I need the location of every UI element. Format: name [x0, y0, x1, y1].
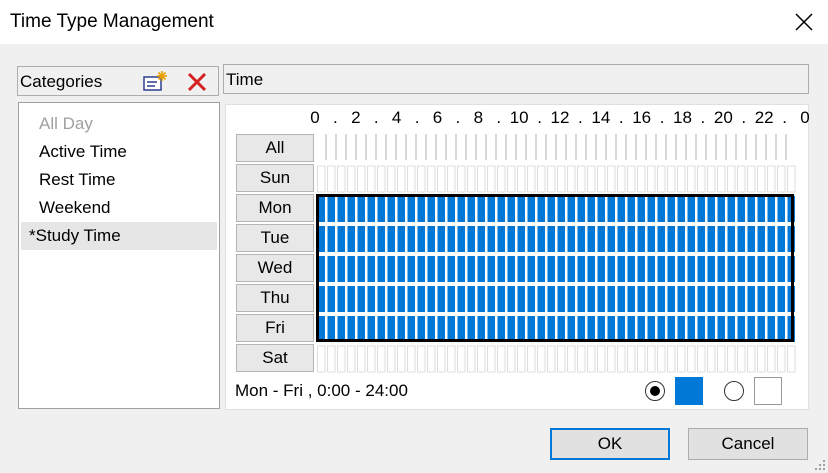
axis-tick-label: . — [455, 108, 461, 127]
categories-label: Categories — [20, 72, 103, 91]
slot-row-mon[interactable] — [317, 196, 796, 222]
axis-tick-label: 8 — [473, 108, 484, 127]
delete-icon — [187, 72, 207, 92]
ok-button[interactable]: OK — [550, 428, 670, 460]
clear-color-swatch[interactable] — [754, 377, 782, 405]
axis-tick-label: 20 — [713, 108, 733, 127]
axis-tick-label: 14 — [591, 108, 611, 127]
new-category-button[interactable] — [142, 69, 168, 95]
day-button-all[interactable]: All — [236, 134, 314, 162]
category-rest-time[interactable]: Rest Time — [35, 166, 217, 194]
delete-category-button[interactable] — [184, 69, 210, 95]
day-button-thu[interactable]: Thu — [236, 284, 314, 312]
all-row-ticks — [325, 134, 787, 160]
title-bar: Time Type Management — [0, 0, 828, 44]
time-header: Time — [223, 64, 809, 94]
day-label: Thu — [260, 288, 290, 307]
day-label: Sun — [259, 168, 291, 187]
axis-tick-label: 6 — [432, 108, 443, 127]
clear-mode-radio[interactable] — [724, 381, 744, 401]
axis-tick-label: . — [496, 108, 502, 127]
axis-tick-label: . — [333, 108, 338, 127]
day-label: All — [265, 138, 285, 157]
axis-tick-label: . — [782, 108, 787, 127]
axis-tick-label: 12 — [550, 108, 570, 127]
category-label: Rest Time — [39, 170, 116, 189]
category-active-time[interactable]: Active Time — [35, 138, 217, 166]
axis-tick-label: 22 — [754, 108, 774, 127]
category-label: Weekend — [39, 198, 111, 217]
axis-tick-label: 10 — [509, 108, 529, 127]
time-slot-grid[interactable] — [316, 134, 796, 374]
categories-list: All Day Active Time Rest Time Weekend *S… — [18, 102, 220, 409]
slot-row-thu[interactable] — [317, 286, 796, 312]
category-study-time[interactable]: *Study Time — [21, 222, 217, 250]
fill-mode-radio[interactable] — [645, 381, 665, 401]
close-icon — [795, 13, 813, 31]
category-label: *Study Time — [29, 226, 121, 245]
slot-row-fri[interactable] — [317, 316, 796, 342]
axis-tick-label: 0 — [800, 108, 810, 127]
slot-row-sun[interactable] — [317, 165, 796, 193]
category-all-day[interactable]: All Day — [35, 110, 217, 138]
day-label: Tue — [260, 228, 290, 247]
day-button-sat[interactable]: Sat — [236, 344, 314, 372]
categories-header: Categories — [17, 66, 219, 96]
category-weekend[interactable]: Weekend — [35, 194, 217, 222]
day-label: Mon — [258, 198, 292, 217]
time-label: Time — [226, 70, 264, 89]
axis-tick-label: . — [578, 108, 583, 127]
slot-row-tue[interactable] — [317, 226, 796, 252]
axis-tick-label: 4 — [391, 108, 402, 127]
axis-tick-label: . — [741, 108, 747, 127]
category-label: Active Time — [39, 142, 127, 161]
day-button-wed[interactable]: Wed — [236, 254, 314, 282]
window-title: Time Type Management — [10, 11, 214, 32]
fill-color-swatch[interactable] — [675, 377, 703, 405]
axis-tick-label: . — [537, 108, 542, 127]
axis-tick-label: 18 — [673, 108, 692, 127]
axis-tick-label: . — [373, 108, 379, 127]
day-button-mon[interactable]: Mon — [236, 194, 314, 222]
new-category-icon — [143, 71, 167, 91]
slot-row-wed[interactable] — [317, 256, 796, 282]
axis-tick-label: . — [618, 108, 624, 127]
close-button[interactable] — [788, 6, 820, 38]
axis-tick-label: . — [414, 108, 420, 127]
selection-summary: Mon - Fri , 0:00 - 24:00 — [235, 381, 408, 400]
axis-tick-label: 16 — [632, 108, 652, 127]
axis-tick-label: . — [659, 108, 665, 127]
category-label: All Day — [39, 114, 93, 133]
axis-tick-label: 2 — [351, 108, 361, 127]
day-label: Sat — [262, 348, 288, 367]
day-button-tue[interactable]: Tue — [236, 224, 314, 252]
day-label: Wed — [257, 258, 293, 277]
resize-grip-icon[interactable] — [814, 459, 826, 471]
axis-tick-label: . — [700, 108, 706, 127]
day-label: Fri — [265, 318, 285, 337]
hour-axis: 0. 2. 4. 6. 8. 10. 12. 14. 16. 18. 20. 22. 0 — [305, 108, 809, 130]
cancel-button[interactable]: Cancel — [688, 428, 808, 460]
day-button-fri[interactable]: Fri — [236, 314, 314, 342]
axis-tick-label: 0 — [310, 108, 320, 127]
day-button-sun[interactable]: Sun — [236, 164, 314, 192]
slot-row-sat[interactable] — [317, 345, 796, 373]
